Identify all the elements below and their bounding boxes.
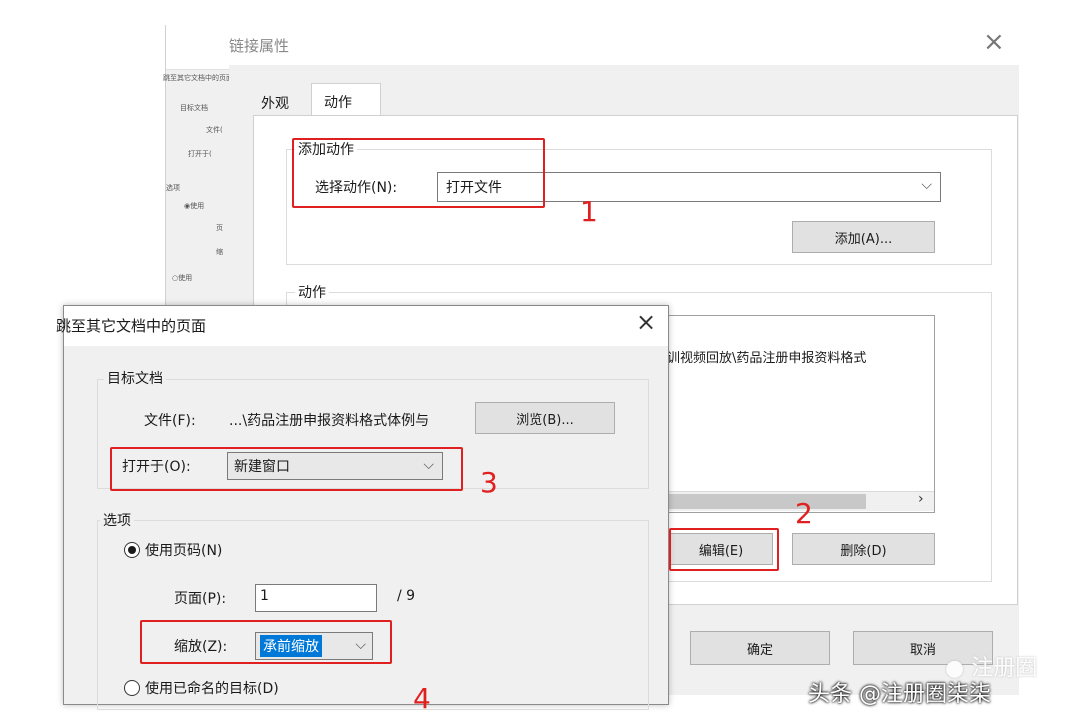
- scroll-right-icon[interactable]: ›: [918, 491, 924, 507]
- file-path-value: ...\药品注册申报资料格式体例与: [229, 413, 430, 429]
- bg-item-use-named: ○使用: [172, 274, 193, 282]
- annotation-box-2: [669, 528, 779, 571]
- annotation-box-1: [292, 138, 545, 208]
- use-named-destination-label: 使用已命名的目标(D): [145, 681, 279, 697]
- use-page-number-label: 使用页码(N): [145, 543, 223, 559]
- use-page-number-radio[interactable]: 使用页码(N): [124, 540, 222, 560]
- bg-item-zoom: 缩: [216, 248, 223, 256]
- file-label: 文件(F):: [144, 413, 196, 429]
- actions-list-item[interactable]: 训视频回放\药品注册申报资料格式: [667, 347, 935, 366]
- target-document-legend: 目标文档: [104, 368, 166, 388]
- close-icon[interactable]: ×: [983, 27, 1005, 57]
- annotation-number-1: 1: [580, 195, 598, 228]
- annotation-number-3: 3: [480, 466, 498, 499]
- chevron-down-icon: ⌵: [921, 177, 932, 193]
- annotation-box-4: [140, 620, 392, 664]
- bg-item-page: 页: [216, 224, 223, 232]
- annotation-box-3: [110, 447, 463, 491]
- bg-item-target: 目标文档: [180, 104, 208, 112]
- annotation-number-2: 2: [795, 497, 813, 530]
- page-label: 页面(P):: [174, 591, 227, 607]
- watermark-text: 头条 @注册圈柒柒: [808, 682, 991, 707]
- page-number-input[interactable]: 1: [255, 584, 377, 612]
- bg-item-open: 打开于(: [188, 150, 212, 158]
- tab-action[interactable]: 动作: [311, 83, 381, 117]
- annotation-number-4: 4: [413, 682, 431, 715]
- scrollbar-thumb[interactable]: [666, 494, 866, 509]
- goto-dialog-title: 跳至其它文档中的页面: [56, 317, 207, 335]
- link-dialog-title: 链接属性: [229, 37, 290, 55]
- use-named-destination-radio[interactable]: 使用已命名的目标(D): [124, 678, 279, 698]
- browse-button[interactable]: 浏览(B)...: [475, 402, 615, 434]
- radio-unselected-icon: [124, 680, 140, 696]
- options-legend: 选项: [100, 510, 134, 530]
- delete-action-button[interactable]: 删除(D): [792, 533, 935, 565]
- page-total: / 9: [397, 588, 416, 604]
- radio-selected-icon: [124, 542, 140, 558]
- actions-legend: 动作: [295, 282, 329, 302]
- background-dialog-header: [166, 25, 230, 70]
- link-dialog-titlebar: [229, 25, 1019, 65]
- tab-appearance[interactable]: 外观: [261, 93, 289, 113]
- add-action-button[interactable]: 添加(A)...: [792, 221, 935, 253]
- ok-button[interactable]: 确定: [690, 631, 830, 665]
- bg-item-use-page: ◉使用: [184, 202, 205, 210]
- close-icon[interactable]: ×: [636, 308, 656, 336]
- bg-item-file: 文件(: [206, 126, 223, 134]
- bg-item-options: 选项: [166, 184, 180, 192]
- background-dialog-title: 跳至其它文档中的页面: [163, 74, 233, 82]
